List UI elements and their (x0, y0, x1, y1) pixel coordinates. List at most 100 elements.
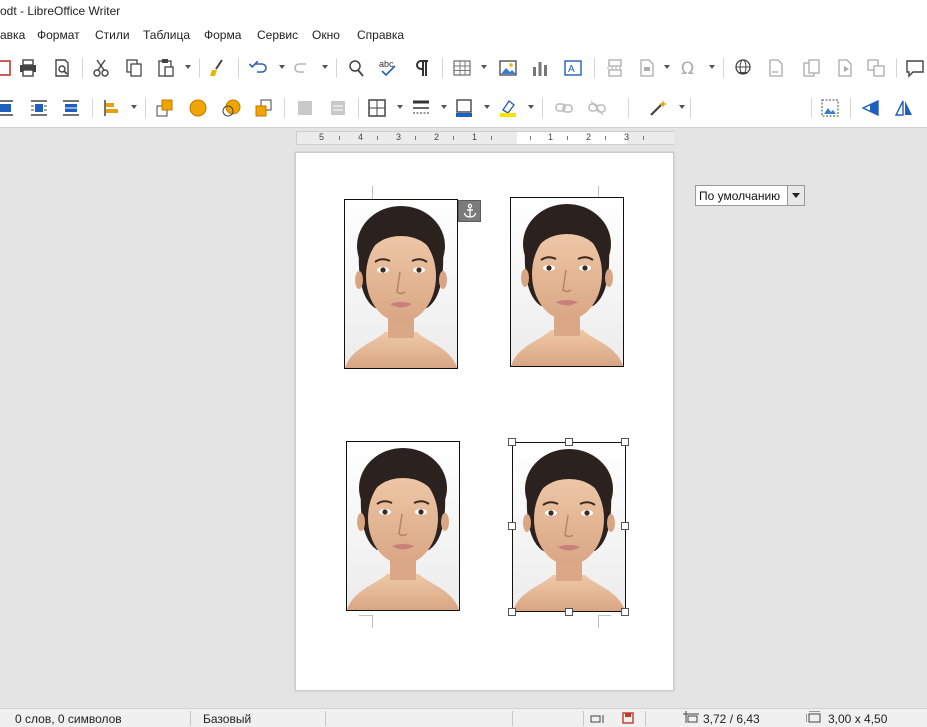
bookmark-icon[interactable] (834, 57, 856, 79)
anchor-icon[interactable] (458, 200, 481, 222)
passport-photo-4-selected[interactable] (512, 442, 626, 612)
redo-dropdown-arrow[interactable] (322, 65, 328, 69)
footnote-icon[interactable] (765, 57, 787, 79)
forward-one-icon[interactable] (187, 97, 209, 119)
background-color-icon[interactable] (497, 97, 519, 119)
chart-icon[interactable] (529, 57, 551, 79)
border-color-icon[interactable] (453, 97, 475, 119)
redo-icon[interactable] (291, 57, 313, 79)
to-background-icon[interactable] (327, 97, 349, 119)
endnote-icon[interactable] (801, 57, 823, 79)
save-icon[interactable] (0, 57, 14, 79)
passport-photo-2[interactable] (510, 197, 624, 367)
back-one-icon[interactable] (220, 97, 242, 119)
textbox-icon[interactable]: A (562, 57, 584, 79)
undo-icon[interactable] (248, 57, 270, 79)
link-frames-icon[interactable] (553, 97, 575, 119)
page-break-icon[interactable] (604, 57, 626, 79)
field-icon[interactable] (636, 57, 658, 79)
autoformat-dropdown-arrow[interactable] (679, 105, 685, 109)
clone-formatting-icon[interactable] (207, 57, 229, 79)
to-foreground-icon[interactable] (294, 97, 316, 119)
window-title: odt - LibreOffice Writer (0, 4, 121, 18)
send-to-back-icon[interactable] (253, 97, 275, 119)
align-objects-dropdown-arrow[interactable] (131, 105, 137, 109)
background-color-dropdown-arrow[interactable] (528, 105, 534, 109)
word-count[interactable]: 0 слов, 0 символов (15, 712, 122, 726)
undo-dropdown-arrow[interactable] (279, 65, 285, 69)
resize-handle-top-left[interactable] (508, 438, 516, 446)
align-objects-icon[interactable] (100, 97, 122, 119)
borders-dropdown-arrow[interactable] (397, 105, 403, 109)
comment-icon[interactable] (904, 57, 926, 79)
separator (896, 58, 897, 78)
page-style[interactable]: Базовый (203, 712, 251, 726)
menu-edit[interactable]: авка (0, 28, 25, 42)
cross-reference-icon[interactable] (865, 57, 887, 79)
separator (723, 58, 724, 78)
frame-properties-icon[interactable] (819, 97, 841, 119)
borders-icon[interactable] (366, 97, 388, 119)
wrap-off-icon[interactable] (0, 97, 16, 119)
bring-to-front-icon[interactable] (154, 97, 176, 119)
find-replace-icon[interactable] (345, 57, 367, 79)
selection-mode-icon[interactable] (590, 713, 606, 723)
menu-window[interactable]: Окно (312, 28, 340, 42)
field-dropdown-arrow[interactable] (664, 65, 670, 69)
document-modified-icon (622, 712, 634, 724)
margin-mark (359, 615, 372, 616)
margin-mark (598, 615, 599, 628)
separator (82, 58, 83, 78)
print-icon[interactable] (17, 57, 39, 79)
unlink-frames-icon[interactable] (586, 97, 608, 119)
wrap-through-icon[interactable] (60, 97, 82, 119)
menu-table[interactable]: Таблица (143, 28, 190, 42)
menu-tools[interactable]: Сервис (257, 28, 298, 42)
image-icon[interactable] (497, 57, 519, 79)
portrait-image (345, 200, 457, 368)
menu-styles[interactable]: Стили (95, 28, 130, 42)
passport-photo-1[interactable] (344, 199, 458, 369)
separator (690, 98, 691, 118)
horizontal-ruler[interactable]: 5 4 3 2 1 1 2 3 (296, 131, 674, 145)
menu-format[interactable]: Формат (37, 28, 80, 42)
special-character-dropdown-arrow[interactable] (709, 65, 715, 69)
special-character-icon[interactable]: Ω (678, 57, 700, 79)
flip-horizontal-icon[interactable] (893, 97, 915, 119)
border-style-dropdown-arrow[interactable] (441, 105, 447, 109)
title-bar: odt - LibreOffice Writer (0, 0, 927, 22)
flip-vertical-icon[interactable] (860, 97, 882, 119)
border-color-dropdown-arrow[interactable] (484, 105, 490, 109)
spelling-icon[interactable]: abc (378, 57, 400, 79)
separator (92, 98, 93, 118)
passport-photo-3[interactable] (346, 441, 460, 611)
resize-handle-bottom[interactable] (565, 608, 573, 616)
resize-handle-top-right[interactable] (621, 438, 629, 446)
paragraph-style-dropdown-arrow[interactable] (787, 186, 804, 205)
paste-icon[interactable] (155, 57, 177, 79)
resize-handle-top[interactable] (565, 438, 573, 446)
menu-bar: авка Формат Стили Таблица Форма Сервис О… (0, 22, 927, 48)
table-dropdown-arrow[interactable] (481, 65, 487, 69)
formatting-marks-icon[interactable] (411, 57, 433, 79)
object-size: 3,00 x 4,50 (828, 712, 888, 726)
table-icon[interactable] (451, 57, 473, 79)
paragraph-style-select[interactable]: По умолчанию (695, 185, 805, 206)
print-preview-icon[interactable] (51, 57, 73, 79)
separator (145, 98, 146, 118)
menu-help[interactable]: Справка (357, 28, 404, 42)
autoformat-wand-icon[interactable] (647, 97, 669, 119)
cut-icon[interactable] (90, 57, 112, 79)
wrap-page-icon[interactable] (28, 97, 50, 119)
frame-toolbar: По умолчанию (0, 88, 927, 206)
paste-dropdown-arrow[interactable] (185, 65, 191, 69)
border-style-icon[interactable] (410, 97, 432, 119)
resize-handle-right[interactable] (621, 522, 629, 530)
copy-icon[interactable] (123, 57, 145, 79)
resize-handle-left[interactable] (508, 522, 516, 530)
resize-handle-bottom-left[interactable] (508, 608, 516, 616)
hyperlink-icon[interactable] (732, 57, 754, 79)
resize-handle-bottom-right[interactable] (621, 608, 629, 616)
separator (284, 98, 285, 118)
menu-form[interactable]: Форма (204, 28, 241, 42)
